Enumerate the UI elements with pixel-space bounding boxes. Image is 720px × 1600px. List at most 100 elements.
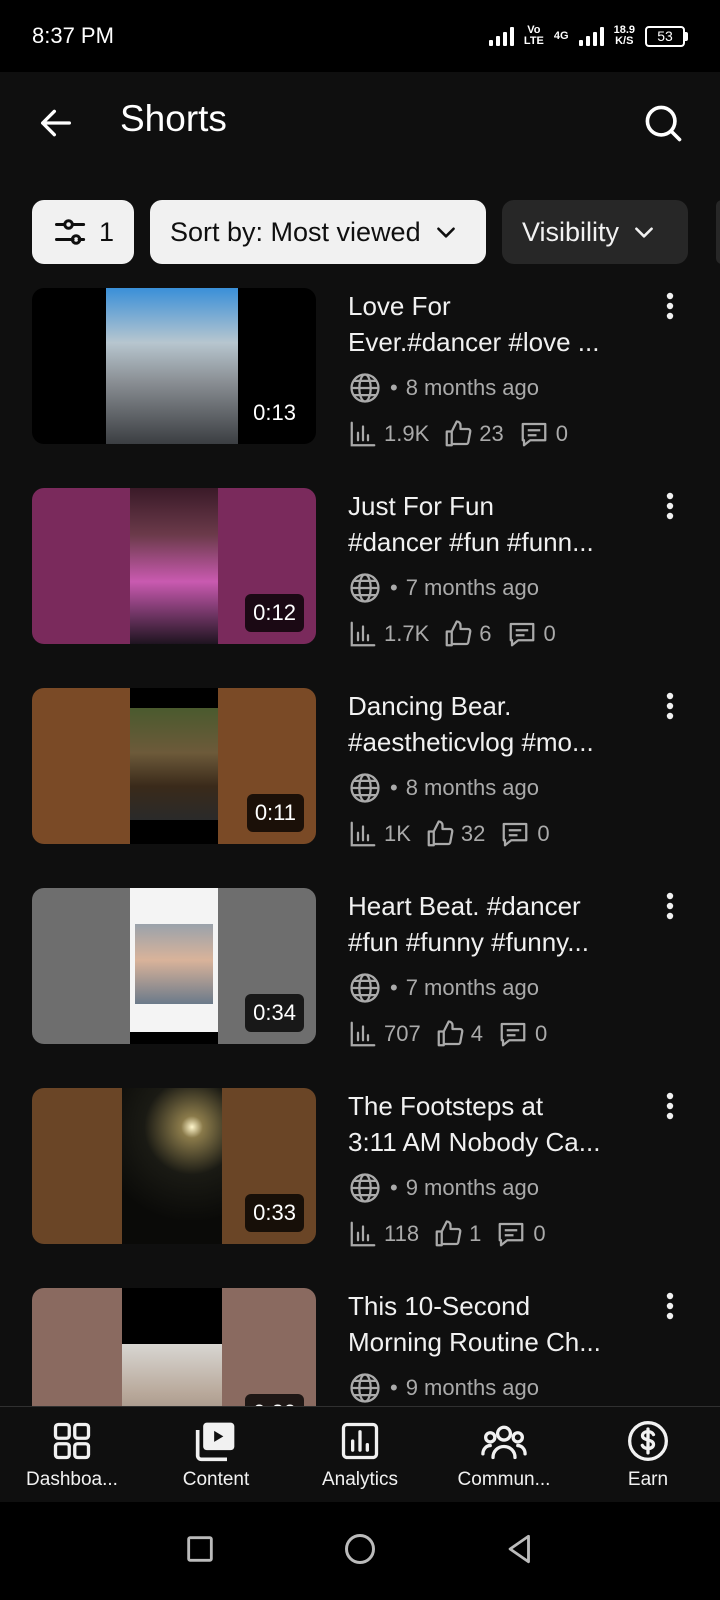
nav-label: Content — [182, 1469, 250, 1490]
video-title[interactable]: Heart Beat. #dancer #fun #funny #funny... — [348, 888, 628, 960]
views-stat: 118 — [348, 1219, 419, 1249]
list-item[interactable]: 0:20 This 10-SecondMorning Routine Ch...… — [0, 1286, 720, 1406]
comment-icon — [500, 1022, 526, 1047]
comments-stat: 0 — [518, 419, 568, 449]
globe-icon — [350, 1373, 380, 1403]
likes-stat: 32 — [425, 819, 485, 849]
comment-icon — [521, 422, 547, 447]
globe-icon — [350, 973, 380, 1003]
recents-button[interactable] — [183, 1532, 217, 1571]
comment-icon — [503, 822, 528, 847]
video-title[interactable]: The Footsteps at 3:11 AM Nobody Ca... — [348, 1088, 628, 1160]
more-options-button[interactable] — [652, 288, 688, 324]
next-chip-edge[interactable] — [716, 200, 720, 264]
video-title[interactable]: Dancing Bear. #aestheticvlog #mo... — [348, 688, 628, 760]
shorts-list: 0:13 Love For Ever.#dancer #love ... • 8 … — [0, 286, 720, 1406]
filter-button[interactable]: 1 — [32, 200, 134, 264]
video-age: 7 months ago — [405, 575, 540, 600]
analytics-icon — [341, 1422, 379, 1460]
more-vertical-icon — [666, 292, 674, 320]
video-duration: 0:12 — [245, 594, 304, 632]
video-duration: 0:13 — [245, 394, 304, 432]
video-thumbnail[interactable]: 0:33 — [32, 1088, 316, 1244]
home-button[interactable] — [342, 1531, 378, 1572]
bar-chart-icon — [350, 621, 376, 647]
nav-label: Analytics — [321, 1469, 399, 1490]
more-options-button[interactable] — [652, 488, 688, 524]
video-age: 8 months ago — [405, 775, 540, 800]
network-speed: 18.9 K/S — [613, 24, 635, 47]
video-title[interactable]: This 10-Second Morning Routine Ch... — [348, 1288, 628, 1360]
nav-earn[interactable]: Earn — [576, 1407, 720, 1502]
triangle-back-icon — [508, 1534, 531, 1563]
video-age: 7 months ago — [405, 975, 540, 1000]
globe-icon — [350, 373, 380, 403]
video-age: 9 months ago — [405, 1375, 540, 1400]
video-thumbnail[interactable]: 0:13 — [32, 288, 316, 444]
comments-stat: 0 — [499, 819, 550, 849]
sort-label: Sort by: Most viewed — [170, 216, 421, 247]
battery-level: 53 — [657, 28, 673, 44]
status-indicators: Vo LTE 4G 18.9 K/S 53 — [488, 24, 688, 47]
video-thumbnail[interactable]: 0:11 — [32, 688, 316, 844]
more-options-button[interactable] — [652, 888, 688, 924]
search-icon — [645, 105, 682, 142]
video-age: 9 months ago — [405, 1175, 540, 1200]
filter-chips: 1 Sort by: Most viewed Visibility — [32, 200, 688, 264]
video-thumbnail[interactable]: 0:20 — [32, 1288, 316, 1406]
status-time: 8:37 PM — [32, 23, 114, 48]
back-button[interactable] — [32, 99, 80, 147]
more-options-button[interactable] — [652, 688, 688, 724]
nav-dashboard[interactable]: Dashboa... — [0, 1407, 144, 1502]
filter-count: 1 — [98, 216, 114, 247]
chevron-down-icon — [635, 227, 653, 238]
list-item[interactable]: 0:34 Heart Beat. #dancer #fun #funny #fun… — [0, 886, 720, 1086]
content-library-icon — [195, 1422, 235, 1462]
video-title[interactable]: Love For Ever.#dancer #love ... — [348, 288, 628, 360]
video-title[interactable]: Just For Fun #dancer #fun #funn... — [348, 488, 628, 560]
list-item[interactable]: 0:12 Just For Fun #dancer #fun #funn... •… — [0, 486, 720, 686]
video-thumbnail[interactable]: 0:34 — [32, 888, 316, 1044]
more-options-button[interactable] — [652, 1088, 688, 1124]
list-item[interactable]: 0:13 Love For Ever.#dancer #love ... • 8 … — [0, 286, 720, 486]
sliders-icon — [55, 219, 86, 245]
globe-icon — [350, 773, 380, 803]
views-stat: 1.9K — [348, 419, 429, 449]
battery-icon: 53 — [645, 25, 688, 47]
bar-chart-icon — [350, 421, 376, 447]
community-icon — [481, 1425, 527, 1460]
list-item[interactable]: 0:33 The Footsteps at 3:11 AM Nobody Ca..… — [0, 1086, 720, 1286]
globe-icon — [350, 573, 380, 603]
bar-chart-icon — [350, 1221, 376, 1247]
comments-stat: 0 — [506, 619, 556, 649]
more-vertical-icon — [666, 492, 674, 520]
search-button[interactable] — [636, 96, 690, 150]
list-item[interactable]: 0:11 Dancing Bear. #aestheticvlog #mo... … — [0, 686, 720, 886]
visibility-dropdown[interactable]: Visibility — [502, 200, 688, 264]
bottom-navigation: Dashboa... Content Analytics Commun... E… — [0, 1406, 720, 1502]
nav-analytics[interactable]: Analytics — [288, 1407, 432, 1502]
system-navigation — [0, 1502, 720, 1600]
nav-label: Dashboa... — [26, 1469, 118, 1490]
nav-label: Commun... — [457, 1469, 551, 1490]
comments-stat: 0 — [495, 1219, 546, 1249]
network-type: 4G — [553, 29, 569, 42]
circle-icon — [344, 1533, 375, 1564]
sort-dropdown[interactable]: Sort by: Most viewed — [150, 200, 486, 264]
video-duration: 0:34 — [245, 994, 304, 1032]
more-options-button[interactable] — [652, 1288, 688, 1324]
nav-content[interactable]: Content — [144, 1407, 288, 1502]
nav-label: Earn — [627, 1469, 669, 1490]
system-back-button[interactable] — [503, 1532, 537, 1571]
thumbs-up-icon — [445, 620, 472, 647]
dashboard-icon — [53, 1422, 91, 1460]
nav-community[interactable]: Commun... — [432, 1407, 576, 1502]
page-title: Shorts — [120, 98, 227, 139]
video-thumbnail[interactable]: 0:12 — [32, 488, 316, 644]
views-stat: 1.7K — [348, 619, 429, 649]
app-header: Shorts — [0, 72, 720, 172]
comments-stat: 0 — [497, 1019, 547, 1049]
video-duration: 0:33 — [245, 1194, 304, 1232]
volte-indicator: Vo LTE — [523, 24, 544, 47]
square-icon — [186, 1535, 213, 1562]
